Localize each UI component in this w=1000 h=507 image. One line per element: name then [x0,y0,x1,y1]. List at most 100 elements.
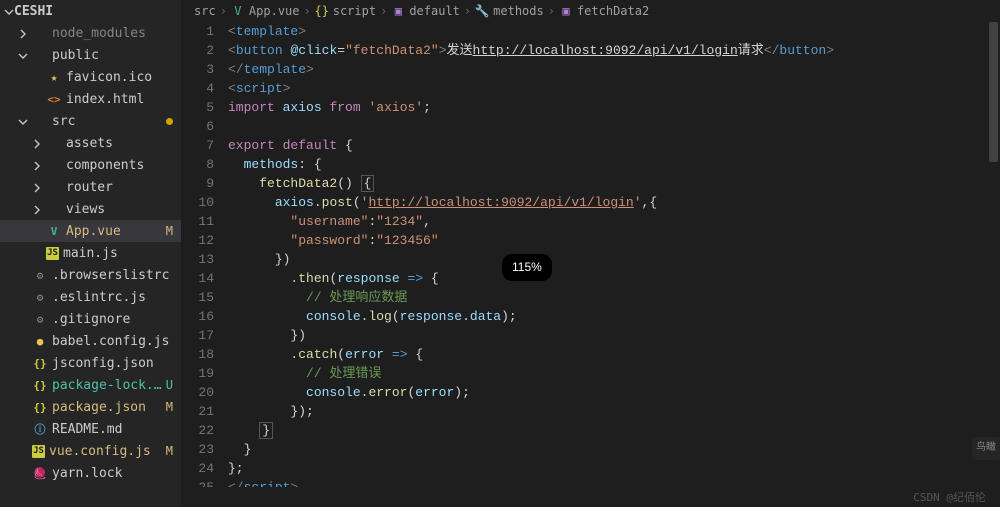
code-line-25[interactable]: </script> [228,478,1000,487]
code-line-18[interactable]: .catch(error => { [228,345,1000,364]
breadcrumb[interactable]: src›VApp.vue›{}script›▣default›🔧methods›… [182,0,1000,22]
code-token: () [337,176,353,191]
chevron-down-icon[interactable] [18,50,28,60]
code-line-12[interactable]: "password":"123456" [228,231,1000,250]
breadcrumb-fetchdata2[interactable]: ▣fetchData2 [559,4,649,18]
code-line-9[interactable]: fetchData2() { [228,174,1000,193]
code-line-11[interactable]: "username":"1234", [228,212,1000,231]
code-line-1[interactable]: <template> [228,22,1000,41]
tree-item-app-vue[interactable]: VApp.vueM [0,220,181,242]
tree-item-babel-config-js[interactable]: ●babel.config.js [0,330,181,352]
line-number: 10 [182,193,214,212]
line-number: 6 [182,117,214,136]
code-body[interactable]: <template><button @click="fetchData2">发送… [228,22,1000,487]
tree-item--gitignore[interactable]: ⚙.gitignore [0,308,181,330]
code-line-2[interactable]: <button @click="fetchData2">发送http://loc… [228,41,1000,60]
code-token: { [345,138,353,153]
code-line-24[interactable]: }; [228,459,1000,478]
code-line-4[interactable]: <script> [228,79,1000,98]
breadcrumb-script[interactable]: {}script [315,4,376,18]
code-line-3[interactable]: </template> [228,60,1000,79]
tree-item-src[interactable]: src [0,110,181,132]
tree-item-label: vue.config.js [49,444,162,459]
minimap-widget[interactable]: 鸟瞰 [972,437,1000,460]
code-line-13[interactable]: }) [228,250,1000,269]
tree-item-package-json[interactable]: {}package.jsonM [0,396,181,418]
code-line-23[interactable]: } [228,440,1000,459]
tree-item-public[interactable]: public [0,44,181,66]
tree-item-label: node_modules [52,26,173,41]
git-status-badge: U [162,378,173,392]
code-line-19[interactable]: // 处理错误 [228,364,1000,383]
spacer [18,446,28,456]
tree-item-jsconfig-json[interactable]: {}jsconfig.json [0,352,181,374]
code-token [228,404,290,419]
vertical-scrollbar[interactable] [987,22,1000,487]
tree-item-router[interactable]: router [0,176,181,198]
breadcrumb-default[interactable]: ▣default [391,4,460,18]
chevron-right-icon[interactable] [32,138,42,148]
chevron-right-icon[interactable] [32,204,42,214]
tree-item-yarn-lock[interactable]: 🧶yarn.lock [0,462,181,484]
code-line-14[interactable]: .then(response => { [228,269,1000,288]
tree-item-views[interactable]: views [0,198,181,220]
tree-item-label: favicon.ico [66,70,173,85]
gear-icon: ⚙ [32,311,48,327]
code-editor[interactable]: 1234567891011121314151617181920212223242… [182,22,1000,487]
code-token: default [283,138,338,153]
babel-icon: ● [32,333,48,349]
code-line-21[interactable]: }); [228,402,1000,421]
file-explorer[interactable]: CESHI node_modulespublic ★ favicon.ico <>in… [0,0,182,507]
star-icon: ★ [46,69,62,85]
code-line-15[interactable]: // 处理响应数据 [228,288,1000,307]
breadcrumb-label: methods [493,4,544,18]
line-number: 1 [182,22,214,41]
code-token [337,138,345,153]
tree-item-components[interactable]: components [0,154,181,176]
code-line-10[interactable]: axios.post('http://localhost:9092/api/v1… [228,193,1000,212]
line-number: 5 [182,98,214,117]
code-line-6[interactable] [228,117,1000,136]
tree-item-package-lock-json[interactable]: {}package-lock.jsonU [0,374,181,396]
line-number: 9 [182,174,214,193]
scrollbar-thumb[interactable] [989,22,998,162]
tree-item-node-modules[interactable]: node_modules [0,22,181,44]
code-token: ); [501,309,517,324]
tree-item-readme-md[interactable]: ⓘREADME.md [0,418,181,440]
code-token: script [244,480,291,487]
tree-item-vue-config-js[interactable]: JSvue.config.jsM [0,440,181,462]
breadcrumb-app.vue[interactable]: VApp.vue [231,4,300,18]
code-line-5[interactable]: import axios from 'axios'; [228,98,1000,117]
code-line-16[interactable]: console.log(response.data); [228,307,1000,326]
tree-item-main-js[interactable]: JSmain.js [0,242,181,264]
chevron-right-icon[interactable] [32,182,42,192]
tree-item--eslintrc-js[interactable]: ⚙.eslintrc.js [0,286,181,308]
code-token [228,366,306,381]
folder-icon [46,135,62,151]
tree-item-assets[interactable]: assets [0,132,181,154]
minimap-label: 鸟瞰 [976,443,996,454]
code-line-17[interactable]: }) [228,326,1000,345]
code-line-7[interactable]: export default { [228,136,1000,155]
tree-item-favicon-ico[interactable]: ★ favicon.ico [0,66,181,88]
line-number: 19 [182,364,214,383]
explorer-root[interactable]: CESHI [0,0,181,22]
code-line-20[interactable]: console.error(error); [228,383,1000,402]
breadcrumb-src[interactable]: src [194,4,216,18]
line-number: 20 [182,383,214,402]
code-line-8[interactable]: methods: { [228,155,1000,174]
code-token: 请求 [738,43,764,58]
code-token: { [431,271,439,286]
code-token [228,195,275,210]
tree-item--browserslistrc[interactable]: ⚙.browserslistrc [0,264,181,286]
code-token [384,347,392,362]
code-line-22[interactable]: } [228,421,1000,440]
chevron-right-icon[interactable] [18,28,28,38]
code-token: log [368,309,391,324]
code-token: response [400,309,462,324]
breadcrumb-methods[interactable]: 🔧methods [475,4,544,18]
chevron-down-icon[interactable] [18,116,28,126]
git-status-badge: M [162,224,173,238]
tree-item-index-html[interactable]: <>index.html [0,88,181,110]
chevron-right-icon[interactable] [32,160,42,170]
